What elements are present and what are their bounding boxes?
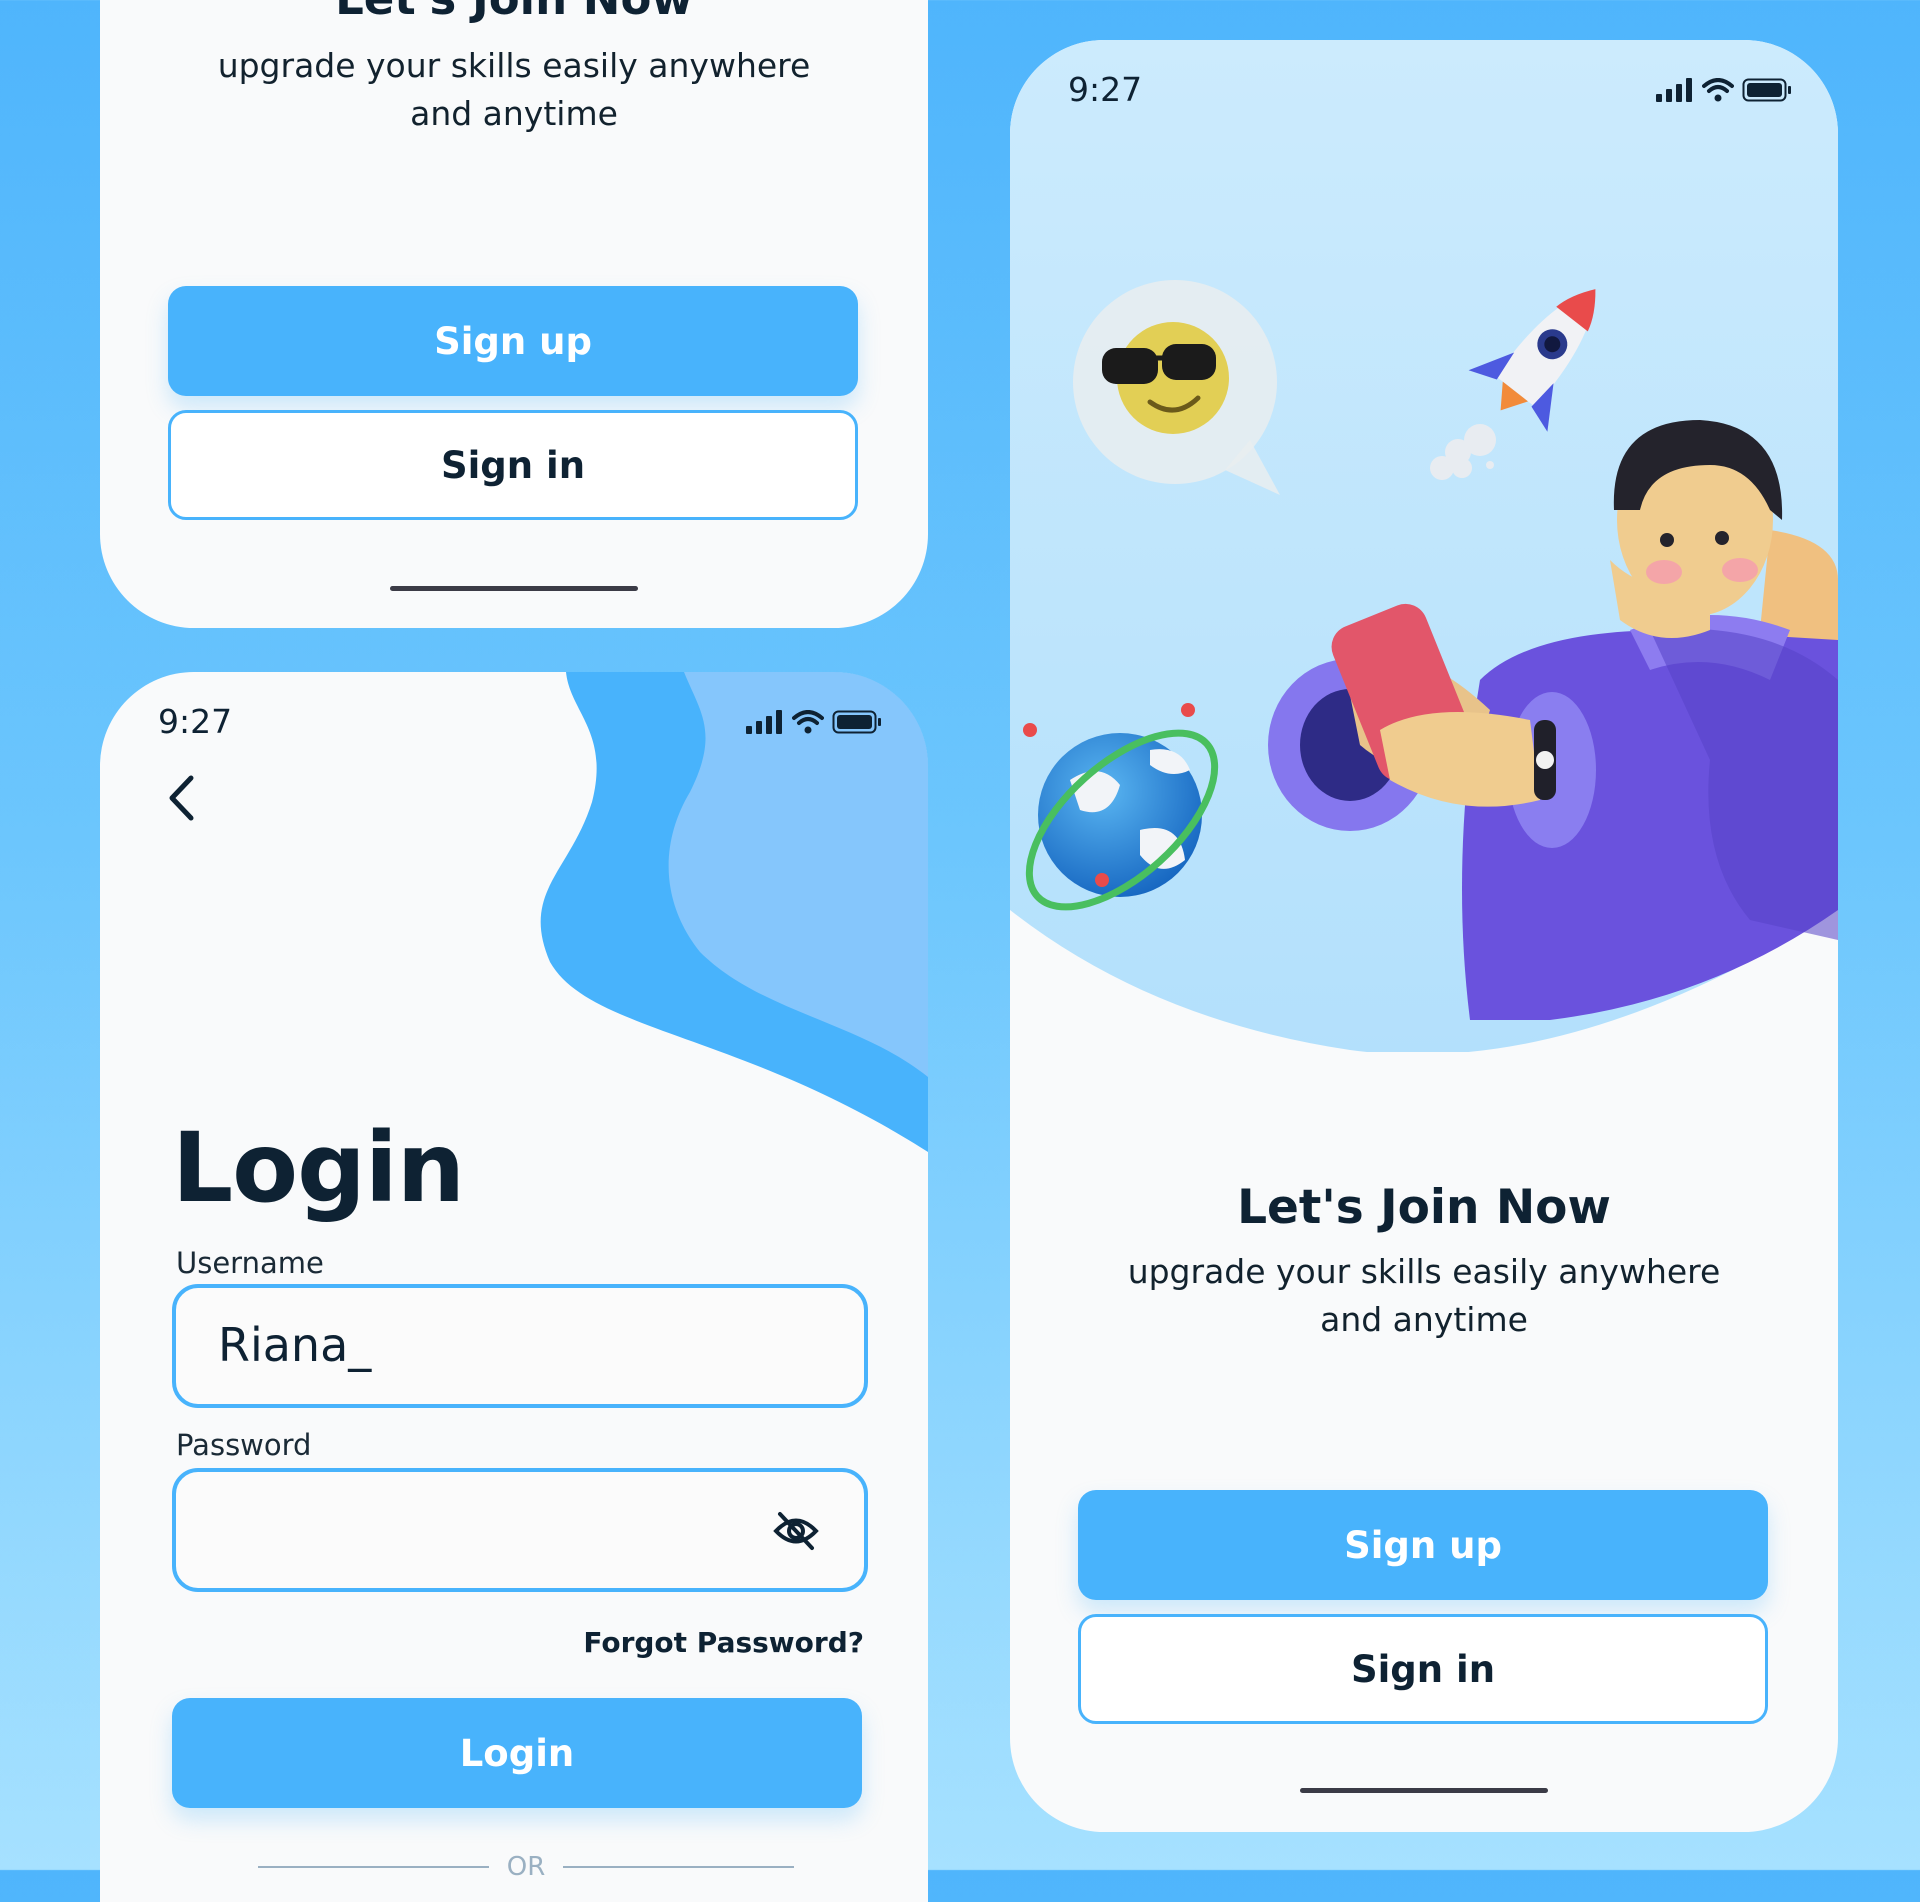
- username-input[interactable]: [216, 1304, 740, 1386]
- password-label: Password: [176, 1428, 312, 1462]
- home-indicator: [1300, 1788, 1548, 1793]
- login-screen: 9:27 Login Username Password: [100, 672, 928, 1902]
- welcome-subtitle-line1: upgrade your skills easily anywhere: [1127, 1252, 1721, 1291]
- divider-line-left: [258, 1866, 489, 1868]
- join-subtitle: upgrade your skills easily anywhere and …: [100, 42, 928, 138]
- wifi-icon: [792, 710, 824, 734]
- signal-icon: [1656, 78, 1692, 102]
- or-text: OR: [506, 1852, 546, 1882]
- join-screen-partial: Let's Join Now upgrade your skills easil…: [100, 0, 928, 628]
- signup-button[interactable]: Sign up: [1078, 1490, 1768, 1600]
- welcome-screen: 9:27 Let's Join Now upgrade your skills …: [1010, 40, 1838, 1832]
- login-button[interactable]: Login: [172, 1698, 862, 1808]
- username-label: Username: [176, 1246, 324, 1280]
- status-icons: [1656, 78, 1792, 102]
- password-field[interactable]: [172, 1468, 868, 1592]
- welcome-subtitle-line2: and anytime: [1320, 1300, 1528, 1339]
- welcome-subtitle: upgrade your skills easily anywhere and …: [1010, 1248, 1838, 1344]
- status-time: 9:27: [158, 702, 233, 741]
- signup-button[interactable]: Sign up: [168, 286, 858, 396]
- join-subtitle-line1: upgrade your skills easily anywhere: [217, 46, 811, 85]
- signal-icon: [746, 710, 782, 734]
- status-icons: [746, 710, 882, 734]
- eye-off-icon[interactable]: [772, 1510, 820, 1552]
- battery-icon: [1742, 78, 1791, 102]
- username-field[interactable]: [172, 1284, 868, 1408]
- page-title: Login: [172, 1112, 465, 1224]
- status-time: 9:27: [1068, 70, 1143, 109]
- signin-button[interactable]: Sign in: [1078, 1614, 1768, 1724]
- join-title: Let's Join Now: [100, 0, 928, 25]
- wifi-icon: [1702, 78, 1734, 102]
- hero-illustration: [1010, 40, 1838, 1052]
- welcome-title: Let's Join Now: [1237, 1180, 1611, 1235]
- or-divider: OR: [258, 1852, 794, 1882]
- forgot-password-link[interactable]: Forgot Password?: [583, 1626, 864, 1659]
- chevron-left-icon: [169, 775, 194, 821]
- home-indicator: [390, 586, 638, 591]
- divider-line-right: [563, 1866, 794, 1868]
- back-button[interactable]: [156, 768, 206, 828]
- battery-icon: [832, 710, 881, 734]
- join-subtitle-line2: and anytime: [410, 94, 618, 133]
- signin-button[interactable]: Sign in: [168, 410, 858, 520]
- wave-decoration: [540, 672, 928, 1152]
- password-input[interactable]: [216, 1488, 740, 1570]
